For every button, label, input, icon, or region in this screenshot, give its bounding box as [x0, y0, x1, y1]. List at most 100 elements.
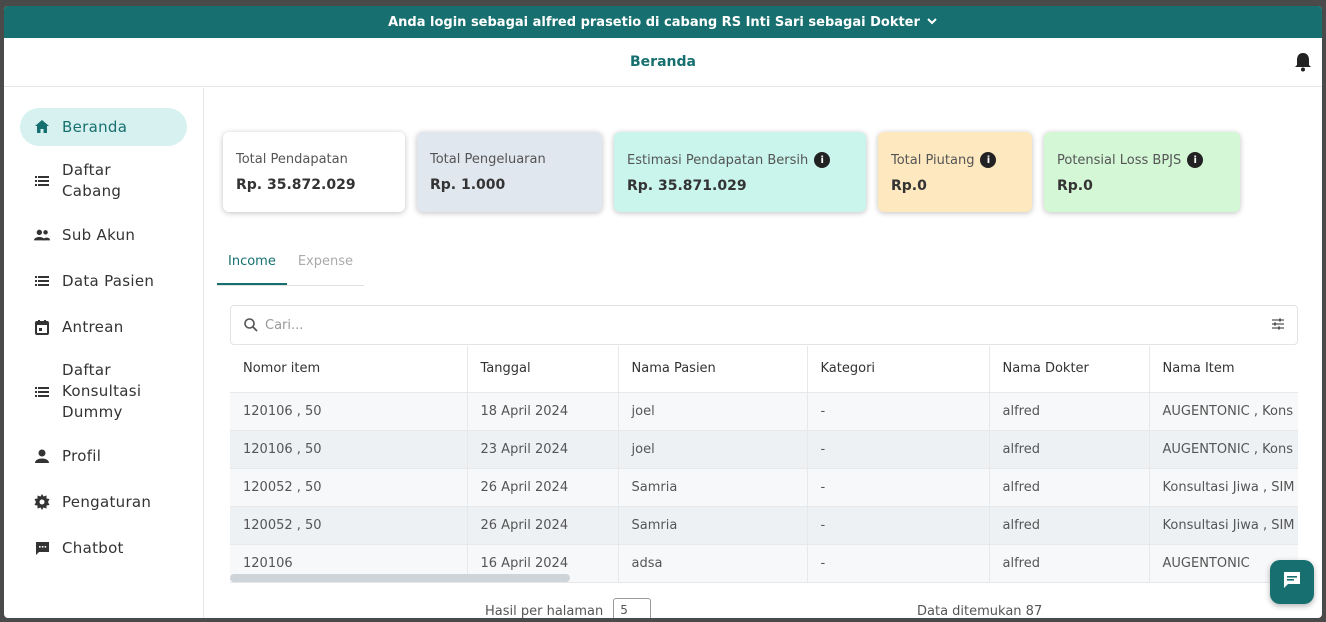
- table-cell: joel: [618, 392, 808, 431]
- table-cell: alfred: [989, 544, 1150, 583]
- sidebar-item-label: Data Pasien: [62, 271, 155, 290]
- people-icon: [34, 227, 50, 243]
- card-value: Rp.0: [891, 178, 927, 194]
- card-label: Potensial Loss BPJS: [1057, 152, 1182, 168]
- card-value: Rp. 1.000: [430, 177, 506, 193]
- sidebar-item-pengaturan[interactable]: Pengaturan: [20, 483, 187, 521]
- column-header[interactable]: Kategori: [807, 346, 990, 393]
- page-title: Beranda: [630, 54, 696, 70]
- person-icon: [34, 448, 50, 464]
- sidebar-item-label: Daftar Cabang: [62, 161, 122, 200]
- tab-bar: Income Expense: [217, 246, 365, 286]
- search-input[interactable]: Cari...: [265, 318, 1271, 333]
- list-icon: [34, 173, 50, 189]
- table-cell: -: [807, 392, 990, 431]
- column-header[interactable]: Tanggal: [467, 346, 619, 393]
- table-cell: AUGENTONIC , Kons: [1149, 430, 1298, 469]
- card-label: Total Pendapatan: [236, 152, 348, 167]
- table-row[interactable]: 120106 , 50 18 April 2024 joel - alfred …: [230, 392, 1298, 431]
- sidebar-item-label: Beranda: [62, 117, 128, 136]
- card-value: Rp. 35.872.029: [236, 177, 356, 193]
- chat-icon: [1283, 571, 1301, 593]
- sidebar-item-daftar-konsultasi-dummy[interactable]: Daftar Konsultasi Dummy: [20, 354, 187, 429]
- login-context-bar[interactable]: Anda login sebagai alfred prasetio di ca…: [4, 6, 1322, 38]
- card-estimasi-pendapatan-bersih: Estimasi Pendapatan Bersih i Rp. 35.871.0…: [614, 132, 866, 212]
- info-icon[interactable]: i: [980, 152, 997, 168]
- card-total-pengeluaran: Total Pengeluaran Rp. 1.000: [417, 132, 602, 212]
- page-header: Beranda: [4, 38, 1322, 87]
- table-row[interactable]: 120052 , 50 26 April 2024 Samria - alfre…: [230, 468, 1298, 507]
- sidebar-item-data-pasien[interactable]: Data Pasien: [20, 262, 187, 300]
- list-icon: [34, 273, 50, 289]
- table-cell: 120106 , 50: [230, 392, 468, 431]
- card-value: Rp.0: [1057, 178, 1093, 194]
- info-icon[interactable]: i: [1187, 152, 1204, 168]
- chevron-down-icon[interactable]: [926, 15, 938, 30]
- sidebar-item-label: Sub Akun: [62, 225, 136, 244]
- tab-expense[interactable]: Expense: [287, 246, 364, 285]
- card-label: Estimasi Pendapatan Bersih: [627, 152, 809, 168]
- page-size-select[interactable]: 5: [613, 598, 652, 618]
- sidebar-item-sub-akun[interactable]: Sub Akun: [20, 216, 187, 254]
- table-cell: alfred: [989, 506, 1150, 545]
- column-header[interactable]: Nama Item: [1149, 346, 1298, 393]
- sidebar-item-label: Chatbot: [62, 538, 124, 557]
- table-cell: 26 April 2024: [467, 468, 619, 507]
- pagination: Hasil per halaman 5: [485, 598, 652, 619]
- table-cell: Konsultasi Jiwa , SIM: [1149, 506, 1298, 545]
- sidebar-item-profil[interactable]: Profil: [20, 437, 187, 475]
- table-cell: alfred: [989, 430, 1150, 469]
- sidebar-item-label: Pengaturan: [62, 492, 152, 511]
- card-total-pendapatan: Total Pendapatan Rp. 35.872.029: [223, 132, 405, 212]
- table-cell: 120052 , 50: [230, 506, 468, 545]
- summary-cards: Total Pendapatan Rp. 35.872.029 Total Pe…: [223, 132, 1240, 212]
- list-icon: [34, 384, 50, 400]
- page-size-label: Hasil per halaman: [485, 603, 604, 619]
- sidebar-item-daftar-cabang[interactable]: Daftar Cabang: [20, 154, 187, 208]
- table-cell: 18 April 2024: [467, 392, 619, 431]
- sidebar-item-beranda[interactable]: Beranda: [20, 108, 187, 146]
- sidebar-item-label: Antrean: [62, 317, 124, 336]
- filter-settings-icon[interactable]: [1271, 316, 1285, 335]
- sidebar-item-chatbot[interactable]: Chatbot: [20, 529, 187, 567]
- tab-income[interactable]: Income: [217, 246, 287, 285]
- chat-icon: [34, 540, 50, 556]
- card-potensial-loss-bpjs: Potensial Loss BPJS i Rp.0: [1044, 132, 1240, 212]
- horizontal-scrollbar[interactable]: [230, 574, 570, 582]
- card-label: Total Piutang: [891, 152, 975, 168]
- table-cell: 26 April 2024: [467, 506, 619, 545]
- table-cell: Konsultasi Jiwa , SIM: [1149, 468, 1298, 507]
- table-cell: AUGENTONIC , Kons: [1149, 392, 1298, 431]
- table-cell: alfred: [989, 468, 1150, 507]
- results-count: Data ditemukan 87: [917, 604, 1043, 618]
- column-header[interactable]: Nama Pasien: [618, 346, 808, 393]
- info-icon[interactable]: i: [814, 152, 831, 168]
- table-cell: 120106 , 50: [230, 430, 468, 469]
- table-header-row: Nomor item Tanggal Nama Pasien Kategori …: [230, 346, 1298, 393]
- sidebar-item-label: Daftar Konsultasi Dummy: [62, 361, 142, 421]
- table-cell: adsa: [618, 544, 808, 583]
- card-label: Total Pengeluaran: [430, 152, 546, 167]
- table-row[interactable]: 120106 , 50 23 April 2024 joel - alfred …: [230, 430, 1298, 469]
- table-cell: -: [807, 430, 990, 469]
- table-cell: -: [807, 506, 990, 545]
- login-context-text: Anda login sebagai alfred prasetio di ca…: [388, 14, 920, 30]
- table-row[interactable]: 120052 , 50 26 April 2024 Samria - alfre…: [230, 506, 1298, 545]
- table-cell: -: [807, 468, 990, 507]
- chat-fab-button[interactable]: [1270, 560, 1314, 604]
- app-window: Anda login sebagai alfred prasetio di ca…: [4, 6, 1322, 618]
- bell-icon[interactable]: [1294, 52, 1312, 72]
- card-total-piutang: Total Piutang i Rp.0: [878, 132, 1032, 212]
- column-header[interactable]: Nomor item: [230, 346, 468, 393]
- column-header[interactable]: Nama Dokter: [989, 346, 1150, 393]
- sidebar: Beranda Daftar Cabang Sub Akun Data Pasi…: [4, 88, 204, 618]
- gear-icon: [34, 494, 50, 510]
- card-value: Rp. 35.871.029: [627, 178, 747, 194]
- table-cell: Samria: [618, 506, 808, 545]
- table-cell: 120052 , 50: [230, 468, 468, 507]
- table-cell: alfred: [989, 392, 1150, 431]
- sidebar-item-antrean[interactable]: Antrean: [20, 308, 187, 346]
- calendar-icon: [34, 319, 50, 335]
- search-bar[interactable]: Cari...: [230, 305, 1298, 345]
- search-icon: [243, 317, 259, 333]
